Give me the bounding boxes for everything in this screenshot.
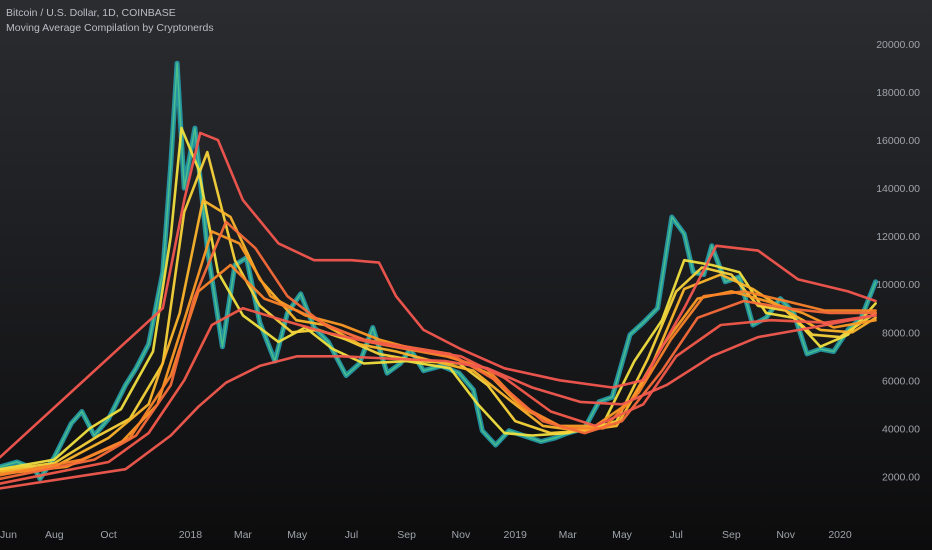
time-tick-label: Jul [669, 529, 682, 541]
price-tick-label: 16000.00 [876, 135, 920, 147]
moving-average-line-2 [0, 150, 877, 472]
price-axis[interactable]: 2000.00 4000.00 6000.00 8000.00 10000.00 1200… [876, 39, 920, 483]
price-tick-label: 4000.00 [882, 423, 920, 435]
chart-legend: Bitcoin / U.S. Dollar, 1D, COINBASE Movi… [6, 6, 214, 36]
price-tick-label: 6000.00 [882, 375, 920, 387]
price-tick-label: 18000.00 [876, 87, 920, 99]
time-tick-label: Sep [397, 529, 416, 541]
moving-average-line-8 [0, 314, 877, 490]
time-tick-label: Nov [452, 529, 471, 541]
time-tick-label: Sep [722, 529, 741, 541]
symbol-title[interactable]: Bitcoin / U.S. Dollar, 1D, COINBASE [6, 6, 214, 21]
price-chart[interactable]: 2000.00 4000.00 6000.00 8000.00 10000.00 1200… [0, 0, 932, 550]
time-tick-label: Nov [776, 529, 795, 541]
indicator-title[interactable]: Moving Average Compilation by Cryptonerd… [6, 21, 214, 36]
price-tick-label: 8000.00 [882, 327, 920, 339]
chart-canvas[interactable]: 2000.00 4000.00 6000.00 8000.00 10000.00 1200… [0, 0, 932, 550]
moving-average-line-6 [0, 220, 877, 481]
time-tick-label: May [612, 529, 633, 541]
time-tick-label: 2020 [828, 529, 852, 541]
price-tick-label: 2000.00 [882, 471, 920, 483]
time-tick-label: May [287, 529, 308, 541]
time-tick-label: Jul [345, 529, 358, 541]
time-tick-label: Mar [234, 529, 253, 541]
time-tick-label: Mar [559, 529, 578, 541]
time-tick-label: 2019 [504, 529, 528, 541]
moving-average-line-7 [0, 306, 877, 485]
price-tick-label: 14000.00 [876, 183, 920, 195]
time-axis[interactable]: Jun Aug Oct 2018 Mar May Jul Sep Nov 2019 Mar May Ju… [0, 529, 852, 541]
time-tick-label: 2018 [179, 529, 203, 541]
price-tick-label: 12000.00 [876, 231, 920, 243]
price-tick-label: 20000.00 [876, 39, 920, 51]
time-tick-label: Oct [100, 529, 116, 541]
time-tick-label: Aug [45, 529, 64, 541]
price-tick-label: 10000.00 [876, 279, 920, 291]
time-tick-label: Jun [0, 529, 17, 541]
moving-averages-group [0, 126, 877, 490]
